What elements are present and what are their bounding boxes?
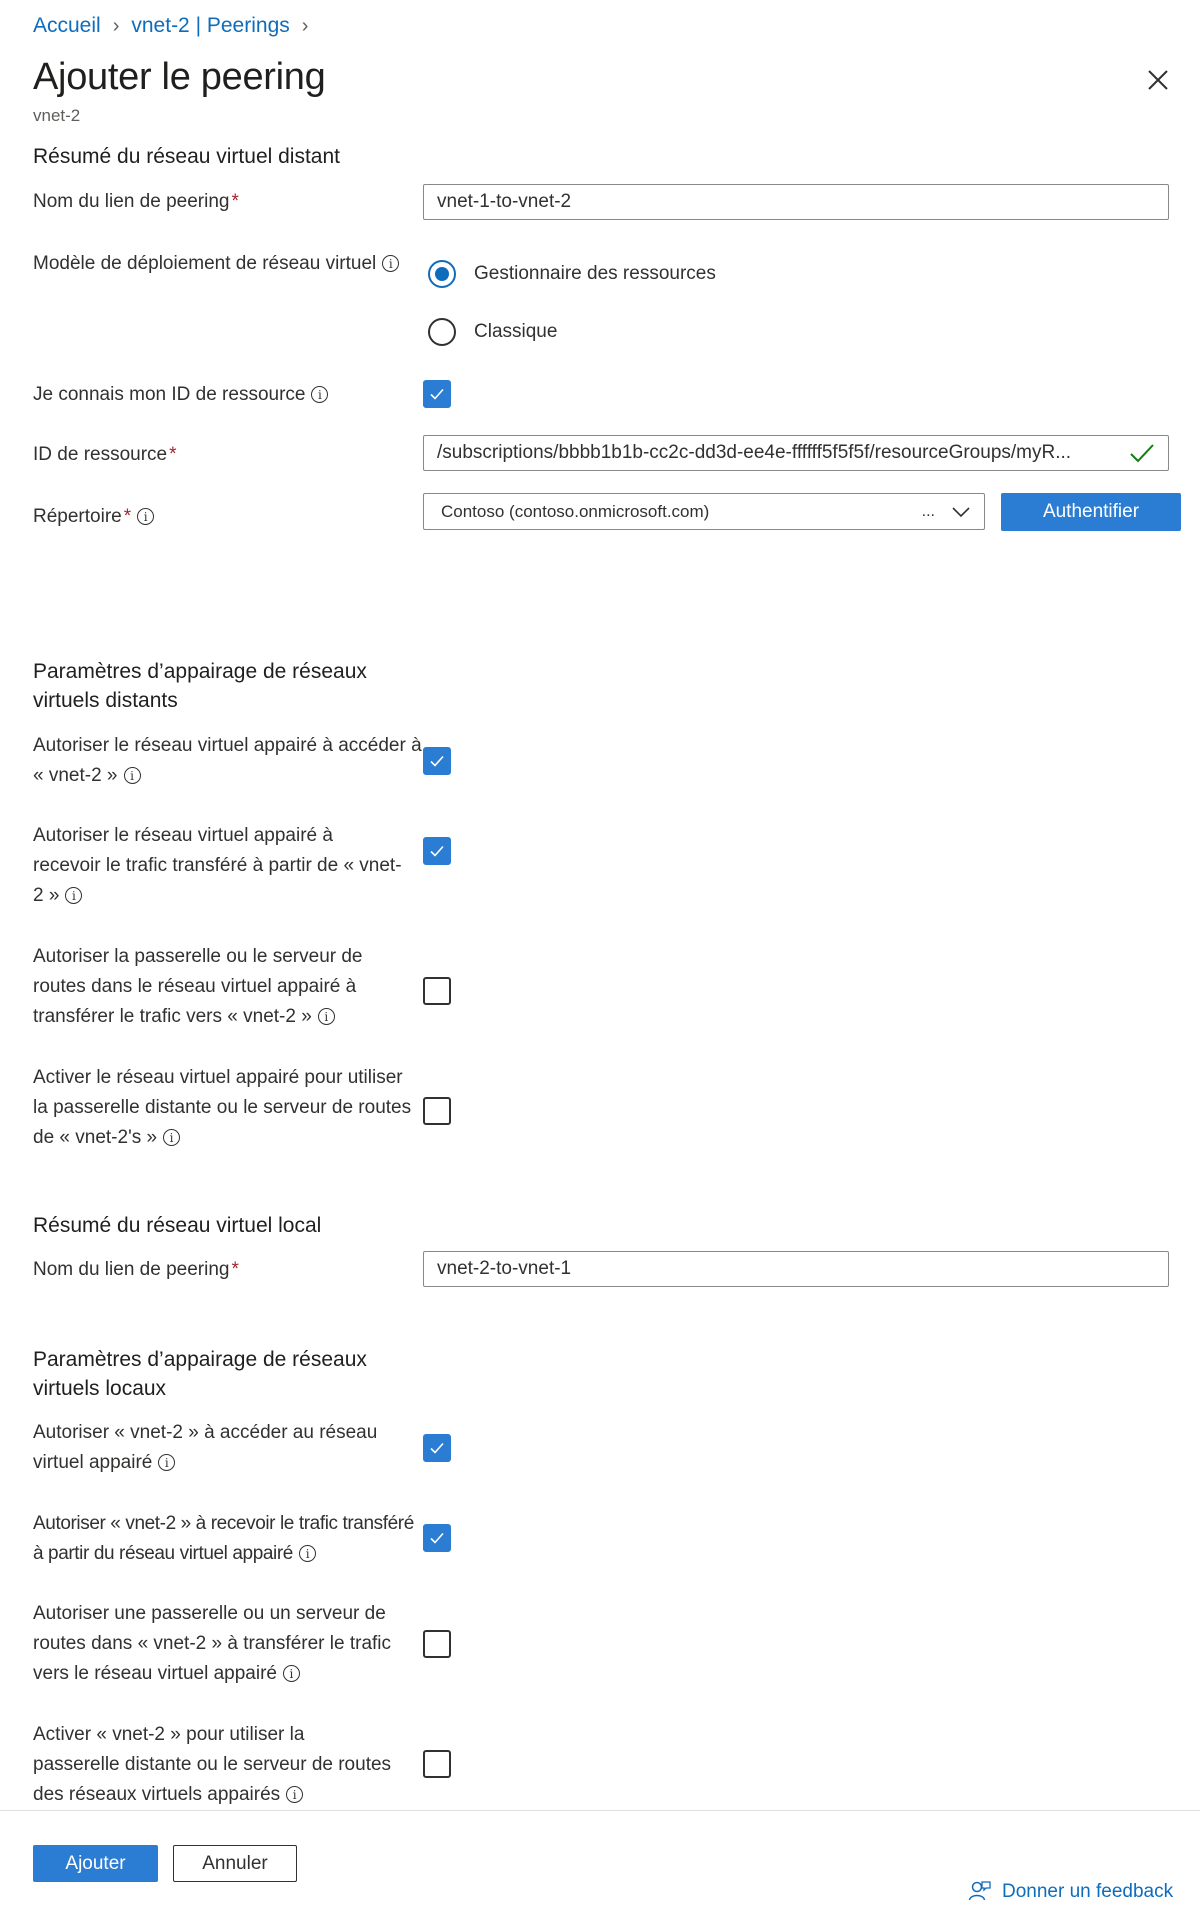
local-summary-title: Résumé du réseau virtuel local bbox=[33, 1214, 322, 1237]
feedback-label: Donner un feedback bbox=[1002, 1881, 1174, 1902]
breadcrumb: Accueil › vnet-2 | Peerings › bbox=[33, 14, 320, 38]
info-icon[interactable]: i bbox=[282, 1665, 300, 1683]
info-icon[interactable]: i bbox=[286, 1786, 304, 1804]
remote-option-4-label: Activer le réseau virtuel appairé pour u… bbox=[33, 1067, 412, 1148]
info-icon[interactable]: i bbox=[123, 767, 141, 785]
remote-option-2-label: Autoriser le réseau virtuel appairé à re… bbox=[33, 825, 402, 906]
directory-value: Contoso (contoso.onmicrosoft.com) bbox=[441, 501, 710, 521]
local-option-2-checkbox[interactable] bbox=[423, 1524, 451, 1552]
radio-label-resource-manager: Gestionnaire des ressources bbox=[474, 263, 716, 284]
breadcrumb-parent-link[interactable]: vnet-2 | Peerings bbox=[131, 14, 289, 38]
directory-dropdown[interactable]: Contoso (contoso.onmicrosoft.com) ... bbox=[423, 493, 985, 530]
local-peering-link-label: Nom du lien de peering * bbox=[33, 1259, 239, 1280]
chevron-right-icon: › bbox=[112, 14, 120, 37]
radio-option-classic[interactable]: Classique bbox=[428, 318, 557, 346]
local-option-2-label: Autoriser « vnet-2 » à recevoir le trafi… bbox=[33, 1513, 414, 1564]
remote-option-2-checkbox[interactable] bbox=[423, 837, 451, 865]
remote-peering-link-label: Nom du lien de peering * bbox=[33, 191, 239, 212]
info-icon[interactable]: i bbox=[137, 508, 155, 526]
info-icon[interactable]: i bbox=[317, 1008, 335, 1026]
remote-option-4-checkbox[interactable] bbox=[423, 1097, 451, 1125]
checkmark-icon bbox=[430, 1442, 444, 1454]
remote-option-3-label: Autoriser la passerelle ou le serveur de… bbox=[33, 946, 363, 1027]
remote-option-3-checkbox[interactable] bbox=[423, 977, 451, 1005]
checkmark-icon bbox=[430, 388, 444, 400]
checkmark-icon bbox=[430, 845, 444, 857]
close-button[interactable] bbox=[1140, 62, 1176, 98]
local-option-3-checkbox[interactable] bbox=[423, 1630, 451, 1658]
resource-id-value: /subscriptions/bbbb1b1b-cc2c-dd3d-ee4e-f… bbox=[437, 442, 1072, 463]
feedback-link[interactable]: Donner un feedback bbox=[968, 1880, 1173, 1904]
info-icon[interactable]: i bbox=[163, 1129, 181, 1147]
radio-label-classic: Classique bbox=[474, 321, 558, 342]
local-option-4-checkbox[interactable] bbox=[423, 1750, 451, 1778]
know-resource-id-label: Je connais mon ID de ressource i bbox=[33, 380, 423, 410]
info-icon[interactable]: i bbox=[382, 255, 400, 273]
feedback-icon bbox=[968, 1881, 991, 1901]
info-icon[interactable]: i bbox=[298, 1545, 316, 1563]
cancel-button[interactable]: Annuler bbox=[173, 1845, 297, 1882]
page-title: Ajouter le peering bbox=[33, 56, 326, 98]
info-icon[interactable]: i bbox=[311, 386, 329, 404]
footer-divider bbox=[0, 1810, 1200, 1811]
chevron-down-icon bbox=[952, 506, 970, 517]
know-resource-id-checkbox[interactable] bbox=[423, 380, 451, 408]
page-subtitle: vnet-2 bbox=[33, 106, 81, 125]
authenticate-button[interactable]: Authentifier bbox=[1001, 493, 1181, 531]
local-option-1-label: Autoriser « vnet-2 » à accéder au réseau… bbox=[33, 1422, 378, 1473]
resource-id-input[interactable]: /subscriptions/bbbb1b1b-cc2c-dd3d-ee4e-f… bbox=[423, 435, 1169, 471]
remote-option-1-checkbox[interactable] bbox=[423, 747, 451, 775]
local-peering-link-value: vnet-2-to-vnet-1 bbox=[437, 1258, 572, 1279]
remote-option-1-label: Autoriser le réseau virtuel appairé à ac… bbox=[33, 735, 422, 786]
remote-peering-link-value: vnet-1-to-vnet-2 bbox=[437, 191, 572, 212]
checkmark-icon bbox=[430, 1532, 444, 1544]
info-icon[interactable]: i bbox=[158, 1454, 176, 1472]
radio-button-selected[interactable] bbox=[428, 260, 456, 288]
more-icon: ... bbox=[921, 502, 935, 520]
remote-settings-title: Paramètres d’appairage de réseaux virtue… bbox=[33, 660, 367, 712]
remote-summary-title: Résumé du réseau virtuel distant bbox=[33, 145, 340, 168]
info-icon[interactable]: i bbox=[65, 887, 83, 905]
resource-id-label: ID de ressource * bbox=[33, 444, 177, 465]
radio-option-resource-manager[interactable]: Gestionnaire des ressources bbox=[428, 260, 716, 288]
close-icon bbox=[1148, 70, 1168, 90]
local-peering-link-input[interactable]: vnet-2-to-vnet-1 bbox=[423, 1251, 1169, 1287]
breadcrumb-home-link[interactable]: Accueil bbox=[33, 14, 101, 38]
add-button[interactable]: Ajouter bbox=[33, 1845, 158, 1882]
remote-peering-link-input[interactable]: vnet-1-to-vnet-2 bbox=[423, 184, 1169, 220]
local-option-3-label: Autoriser une passerelle ou un serveur d… bbox=[33, 1603, 392, 1684]
local-option-4-label: Activer « vnet-2 » pour utiliser la pass… bbox=[33, 1724, 392, 1805]
checkmark-icon bbox=[430, 755, 444, 767]
local-option-1-checkbox[interactable] bbox=[423, 1434, 451, 1462]
chevron-right-icon: › bbox=[301, 14, 309, 37]
valid-checkmark-icon bbox=[1130, 444, 1154, 463]
radio-button[interactable] bbox=[428, 318, 456, 346]
deployment-model-label: Modèle de déploiement de réseau virtuel i bbox=[33, 249, 423, 279]
directory-label: Répertoire * i bbox=[33, 502, 423, 532]
local-settings-title: Paramètres d’appairage de réseaux virtue… bbox=[33, 1348, 367, 1400]
